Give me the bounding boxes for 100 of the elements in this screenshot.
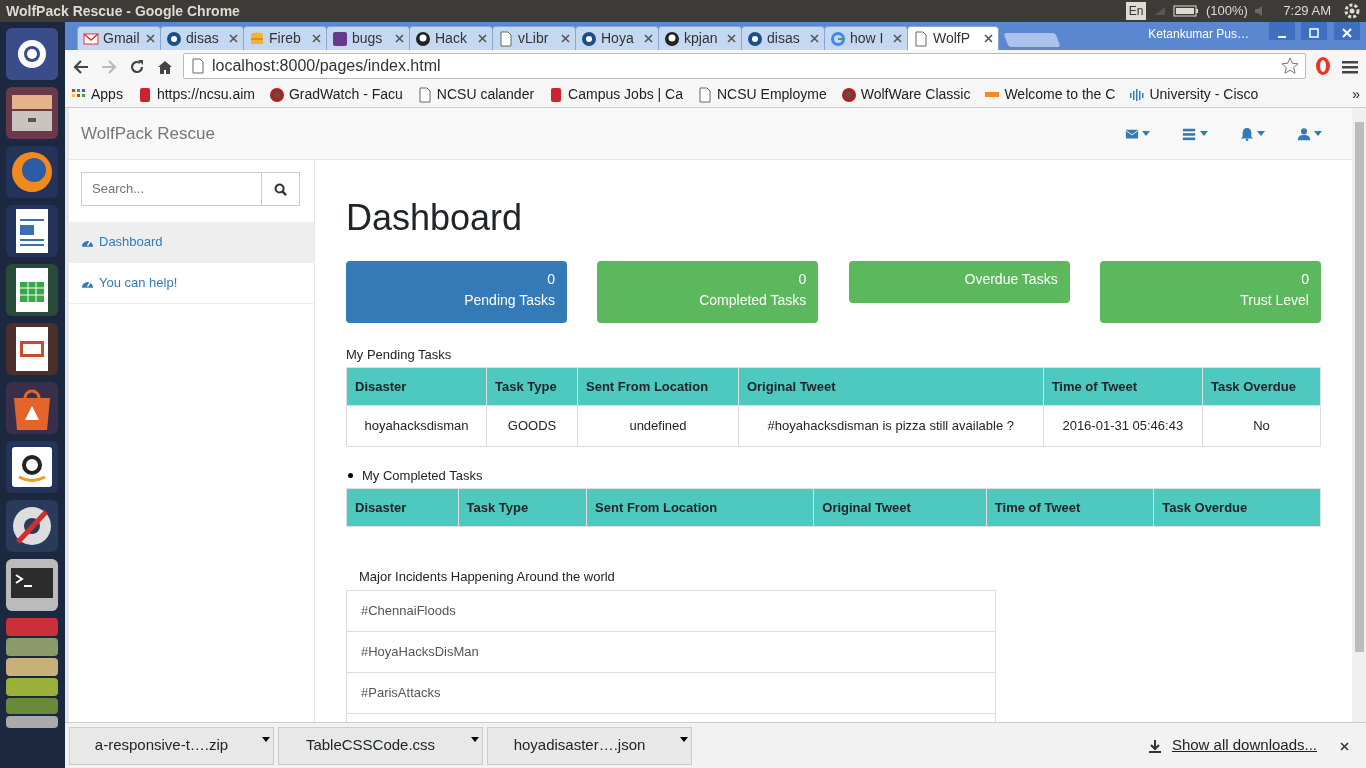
column-header: Task Type [486, 367, 578, 406]
table-cell: No [1202, 405, 1321, 447]
browser-tab[interactable]: Hoya [575, 26, 659, 50]
presentation-icon[interactable] [6, 323, 58, 375]
column-header: Task Overdue [1153, 488, 1321, 527]
maximize-button[interactable] [1301, 22, 1327, 40]
close-icon[interactable] [146, 34, 155, 43]
bookmark[interactable]: GradWatch - Facu [268, 84, 403, 105]
close-icon[interactable] [893, 34, 902, 43]
bookmark[interactable]: NCSU calander [416, 84, 535, 105]
bookmark[interactable]: University - Cisco [1129, 84, 1259, 105]
caret-icon [1256, 131, 1265, 136]
browser-tab[interactable]: bugs [326, 26, 410, 50]
brand-link[interactable]: WolfPack Rescue [81, 120, 215, 147]
page-icon [913, 30, 929, 47]
browser-tab[interactable]: disas [160, 26, 244, 50]
close-icon[interactable] [561, 34, 570, 43]
smile-arrow-icon[interactable] [6, 441, 58, 493]
download-item[interactable]: a-responsive-t….zip [69, 726, 274, 765]
table-cell: 2016-01-31 05:46:43 [1043, 405, 1203, 447]
download-item[interactable]: TableCSSCode.css [278, 726, 483, 765]
caret-icon [680, 737, 688, 743]
close-icon[interactable] [727, 34, 736, 43]
close-icon[interactable] [644, 34, 653, 43]
list-menu-button[interactable] [1182, 126, 1208, 141]
user-menu-button[interactable] [1296, 126, 1322, 141]
column-header: Sent From Location [577, 367, 739, 406]
terminal-icon[interactable] [6, 559, 58, 611]
close-button[interactable] [1333, 22, 1360, 40]
spreadsheet-icon[interactable] [6, 264, 58, 316]
square-icon [332, 30, 348, 47]
drawer-icon[interactable] [6, 87, 58, 139]
gear-icon[interactable] [1344, 3, 1360, 19]
bookmark[interactable]: Apps [71, 84, 123, 105]
sidebar-item[interactable]: You can help! [69, 263, 314, 304]
window-title: WolfPack Rescue - Google Chrome [6, 1, 240, 21]
bookmark[interactable]: Campus Jobs | Ca [548, 84, 683, 105]
browser-tab[interactable]: vLibr [492, 26, 576, 50]
incident-item[interactable]: #ParisAttacks [346, 672, 996, 714]
bell-menu-button[interactable] [1239, 126, 1265, 141]
shopping-bag-icon[interactable] [6, 382, 58, 434]
scrollbar[interactable] [1352, 108, 1366, 722]
bookmark[interactable]: https://ncsu.aim [136, 84, 255, 105]
caret-icon [262, 737, 270, 743]
minimize-button[interactable] [1268, 22, 1295, 40]
page-icon [190, 58, 206, 74]
bars-icon [1129, 86, 1146, 103]
circle-logo-icon[interactable] [6, 28, 58, 80]
ring-icon [830, 30, 846, 47]
browser-tab[interactable]: Gmail [77, 26, 161, 50]
more-bookmarks-button[interactable]: » [1352, 84, 1360, 105]
search-icon [274, 183, 287, 197]
download-item[interactable]: hoyadisaster….json [487, 726, 692, 765]
stat-count: 0 [546, 270, 555, 290]
close-icon[interactable] [395, 34, 404, 43]
section-title: Major Incidents Happening Around the world [358, 568, 616, 587]
browser-tab[interactable]: how I [824, 26, 908, 50]
keyboard-layout-indicator[interactable]: En [1125, 2, 1147, 20]
close-icon[interactable] [312, 34, 321, 43]
stacked-windows-icon[interactable] [6, 618, 58, 728]
address-bar[interactable]: localhost:8000/pages/index.html [183, 53, 1306, 79]
sidebar-item[interactable]: Dashboard [69, 222, 314, 263]
incident-item[interactable]: #ChennaiFloods [346, 590, 996, 632]
close-icon[interactable] [478, 34, 487, 43]
search-field[interactable]: Search... [81, 172, 262, 206]
stat-count: 0 [797, 270, 807, 290]
close-icon[interactable] [810, 34, 819, 43]
show-all-downloads-link[interactable]: Show all downloads... [1165, 733, 1323, 758]
badge-icon [268, 86, 285, 103]
profile-name[interactable]: Ketankumar Pus… [1148, 25, 1249, 44]
extension-icon[interactable] [1314, 56, 1332, 76]
column-header: Task Overdue [1202, 367, 1321, 406]
column-header: Original Tweet [738, 367, 1044, 406]
section-title: My Completed Tasks [362, 467, 483, 486]
browser-tab[interactable]: Fireb [243, 26, 327, 50]
bookmark[interactable]: Welcome to the C [984, 84, 1116, 105]
globe-icon[interactable] [6, 146, 58, 198]
incident-item[interactable]: #HoyaHacksDisMan [346, 631, 996, 673]
column-header: Task Type [458, 488, 587, 527]
document-icon[interactable] [6, 205, 58, 257]
column-header: Disaster [346, 367, 487, 406]
page-icon [697, 86, 713, 103]
browser-tab[interactable]: Hack [409, 26, 493, 50]
reload-icon [129, 58, 145, 75]
browser-tab[interactable]: kpjan [658, 26, 742, 50]
close-icon[interactable] [984, 34, 993, 43]
search-button[interactable] [262, 172, 300, 206]
page-icon [498, 30, 514, 47]
bookmark[interactable]: NCSU Employme [697, 84, 827, 105]
close-icon[interactable] [229, 34, 238, 43]
browser-tab[interactable]: WolfP [907, 26, 999, 50]
clock[interactable]: 7:29 AM [1283, 1, 1331, 21]
minimize-icon [1277, 35, 1286, 38]
close-icon[interactable] [1340, 741, 1349, 751]
download-icon [1147, 738, 1162, 753]
star-icon[interactable] [1281, 57, 1299, 75]
bookmark[interactable]: WolfWare Classic [840, 84, 971, 105]
stat-label: Completed Tasks [698, 291, 807, 311]
browser-tab[interactable]: disas [741, 26, 825, 50]
battery-icon[interactable] [1173, 5, 1200, 17]
